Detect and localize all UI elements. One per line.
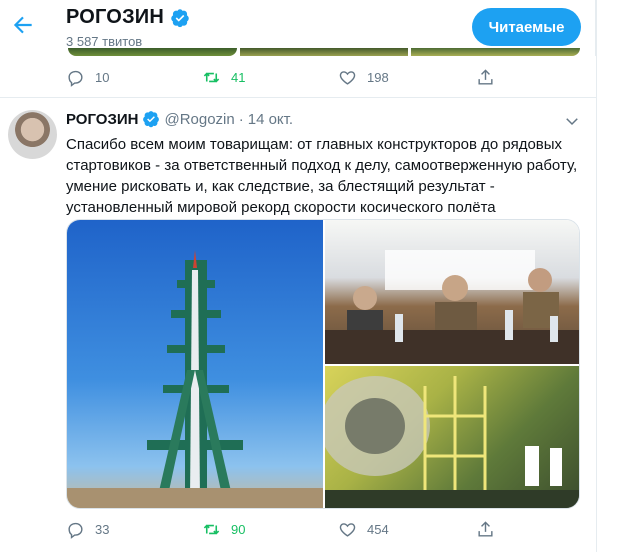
previous-tweet-media[interactable] — [68, 48, 581, 56]
retweet-count: 41 — [231, 70, 246, 85]
tweet-actions: 33 90 454 — [66, 520, 506, 539]
media-image-rocket[interactable] — [67, 220, 323, 508]
reply-count: 10 — [95, 70, 110, 85]
tweet-media-grid — [66, 219, 580, 509]
retweet-icon — [203, 72, 220, 83]
like-button[interactable]: 198 — [338, 68, 474, 87]
media-image-assembly-hall[interactable] — [325, 366, 579, 508]
reply-icon — [68, 70, 83, 87]
media-image-control-room[interactable] — [325, 220, 579, 364]
share-icon — [478, 521, 493, 537]
share-button[interactable] — [476, 520, 612, 539]
verified-badge-icon — [171, 8, 189, 27]
retweet-button[interactable]: 41 — [202, 68, 338, 87]
author-handle[interactable]: @Rogozin — [164, 111, 234, 128]
retweet-button[interactable]: 90 — [202, 520, 338, 539]
previous-tweet-actions: 10 41 198 — [66, 68, 506, 87]
reply-icon — [68, 522, 83, 539]
author-name[interactable]: РОГОЗИН — [66, 111, 138, 128]
tweet-text: Спасибо всем моим товарищам: от главных … — [66, 136, 578, 216]
like-button[interactable]: 454 — [338, 520, 474, 539]
tweet-divider — [0, 97, 596, 98]
profile-title: РОГОЗИН — [66, 6, 165, 28]
verified-badge-icon — [143, 111, 160, 128]
separator-dot: · — [238, 110, 244, 128]
heart-icon — [339, 523, 356, 537]
chevron-down-icon[interactable] — [563, 112, 581, 130]
following-button[interactable]: Читаемые — [472, 8, 581, 46]
reply-button[interactable]: 33 — [66, 520, 202, 539]
share-button[interactable] — [476, 68, 612, 87]
reply-count: 33 — [95, 522, 110, 537]
tweet-count: 3 587 твитов — [66, 34, 143, 49]
tweet-header: РОГОЗИН @Rogozin · 14 окт. — [66, 110, 293, 128]
retweet-icon — [203, 524, 220, 535]
reply-button[interactable]: 10 — [66, 68, 202, 87]
like-count: 454 — [367, 522, 389, 537]
retweet-count: 90 — [231, 522, 246, 537]
avatar[interactable] — [8, 110, 57, 159]
like-count: 198 — [367, 70, 389, 85]
header-title-row: РОГОЗИН — [66, 6, 190, 29]
heart-icon — [339, 71, 356, 85]
tweet-date[interactable]: 14 окт. — [248, 111, 293, 128]
share-icon — [478, 69, 493, 85]
back-arrow-icon[interactable] — [10, 12, 36, 38]
